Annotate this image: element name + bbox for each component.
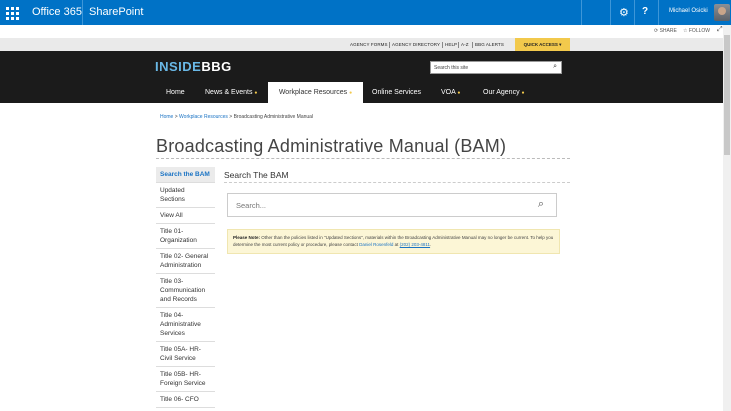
star-icon: ☆ (683, 28, 688, 34)
bam-search-box[interactable]: Search... ⌕ (227, 193, 557, 217)
section-title: Search The BAM (224, 170, 289, 180)
focus-content-icon[interactable]: ⤢ (717, 26, 723, 34)
suite-divider (82, 0, 83, 25)
share-button[interactable]: ⟳ SHARE (654, 28, 677, 34)
follow-button[interactable]: ☆ FOLLOW (683, 28, 710, 34)
suite-divider (581, 0, 582, 25)
agency-forms-link[interactable]: AGENCY FORMS (350, 42, 388, 47)
dropdown-icon: ● (254, 90, 258, 96)
global-nav: Home News & Events ● Workplace Resources… (0, 82, 731, 103)
nav-our-agency[interactable]: Our Agency ● (483, 82, 525, 103)
title-divider (156, 158, 570, 159)
notice-box: Please Note: Other than the policies lis… (227, 229, 560, 254)
utility-divider (472, 42, 473, 48)
phone-link[interactable]: (202) 203-4811 (400, 242, 430, 247)
gear-icon[interactable]: ⚙ (619, 6, 629, 19)
left-nav-item[interactable]: View All (156, 208, 215, 224)
nav-online-services[interactable]: Online Services (372, 82, 421, 103)
office365-link[interactable]: Office 365 (32, 6, 82, 18)
utility-divider (442, 42, 443, 48)
nav-home[interactable]: Home (166, 82, 185, 103)
agency-directory-link[interactable]: AGENCY DIRECTORY (392, 42, 440, 47)
notice-text: . (430, 242, 432, 247)
dropdown-icon: ● (521, 90, 525, 96)
left-nav-item[interactable]: Title 01- Organization (156, 224, 215, 249)
suite-divider (610, 0, 611, 25)
scrollbar-thumb[interactable] (724, 35, 730, 155)
page-scrollbar[interactable] (723, 25, 731, 411)
utility-divider (458, 42, 459, 48)
search-icon[interactable]: ⌕ (538, 198, 544, 211)
a-z-link[interactable]: A-Z (461, 42, 469, 47)
left-nav-item[interactable]: Title 06- CFO (156, 392, 215, 408)
sharepoint-link[interactable]: SharePoint (89, 6, 143, 18)
site-search-input[interactable]: Search this site (434, 65, 468, 71)
breadcrumb-workplace[interactable]: Workplace Resources (179, 114, 228, 120)
left-nav-item[interactable]: Title 05B- HR- Foreign Service (156, 367, 215, 392)
suite-bar: Office 365 SharePoint ⚙ ? Michael Osicki (0, 0, 731, 25)
bam-search-input[interactable]: Search... (236, 201, 266, 210)
user-name[interactable]: Michael Osicki (669, 8, 708, 14)
page-title: Broadcasting Administrative Manual (BAM) (156, 136, 507, 156)
avatar[interactable] (714, 4, 730, 21)
left-nav: Search the BAM Updated Sections View All… (156, 167, 215, 408)
nav-voa[interactable]: VOA ● (441, 82, 460, 103)
bbg-alerts-link[interactable]: BBG ALERTS (475, 42, 504, 47)
dropdown-icon: ● (349, 90, 353, 96)
help-icon[interactable]: ? (642, 6, 648, 17)
suite-divider (634, 0, 635, 25)
left-nav-item[interactable]: Updated Sections (156, 183, 215, 208)
share-icon: ⟳ (654, 28, 659, 34)
left-nav-item[interactable]: Title 04- Administrative Services (156, 308, 215, 342)
quick-access-button[interactable]: QUICK ACCESS ▾ (515, 38, 570, 51)
breadcrumb: Home > Workplace Resources > Broadcastin… (160, 114, 314, 120)
utility-divider (389, 42, 390, 48)
breadcrumb-current: Broadcasting Administrative Manual (233, 114, 314, 120)
suite-divider (658, 0, 659, 25)
inside-bbg-logo[interactable]: INSIDEBBG (155, 59, 232, 74)
search-icon[interactable]: ⌕ (553, 63, 557, 71)
site-search-box[interactable]: Search this site ⌕ (430, 61, 562, 74)
left-nav-item[interactable]: Title 03- Communication and Records (156, 274, 215, 308)
help-link[interactable]: HELP (445, 42, 457, 47)
nav-news-events[interactable]: News & Events ● (205, 82, 257, 103)
utility-links: AGENCY FORMS AGENCY DIRECTORY HELP A-Z B… (0, 38, 731, 51)
section-divider (224, 182, 570, 183)
left-nav-item[interactable]: Search the BAM (156, 167, 215, 183)
ribbon-bar: ⟳ SHARE ☆ FOLLOW ⤢ (0, 25, 731, 39)
notice-label: Please Note: (233, 235, 261, 240)
chevron-down-icon: ▾ (559, 42, 562, 47)
contact-link[interactable]: Daniel Rosenfeld (359, 242, 393, 247)
breadcrumb-home[interactable]: Home (160, 114, 173, 120)
app-launcher-icon[interactable] (0, 0, 24, 25)
left-nav-item[interactable]: Title 02- General Administration (156, 249, 215, 274)
dropdown-icon: ● (457, 90, 461, 96)
nav-workplace-resources[interactable]: Workplace Resources ● (268, 82, 363, 103)
left-nav-item[interactable]: Title 05A- HR- Civil Service (156, 342, 215, 367)
